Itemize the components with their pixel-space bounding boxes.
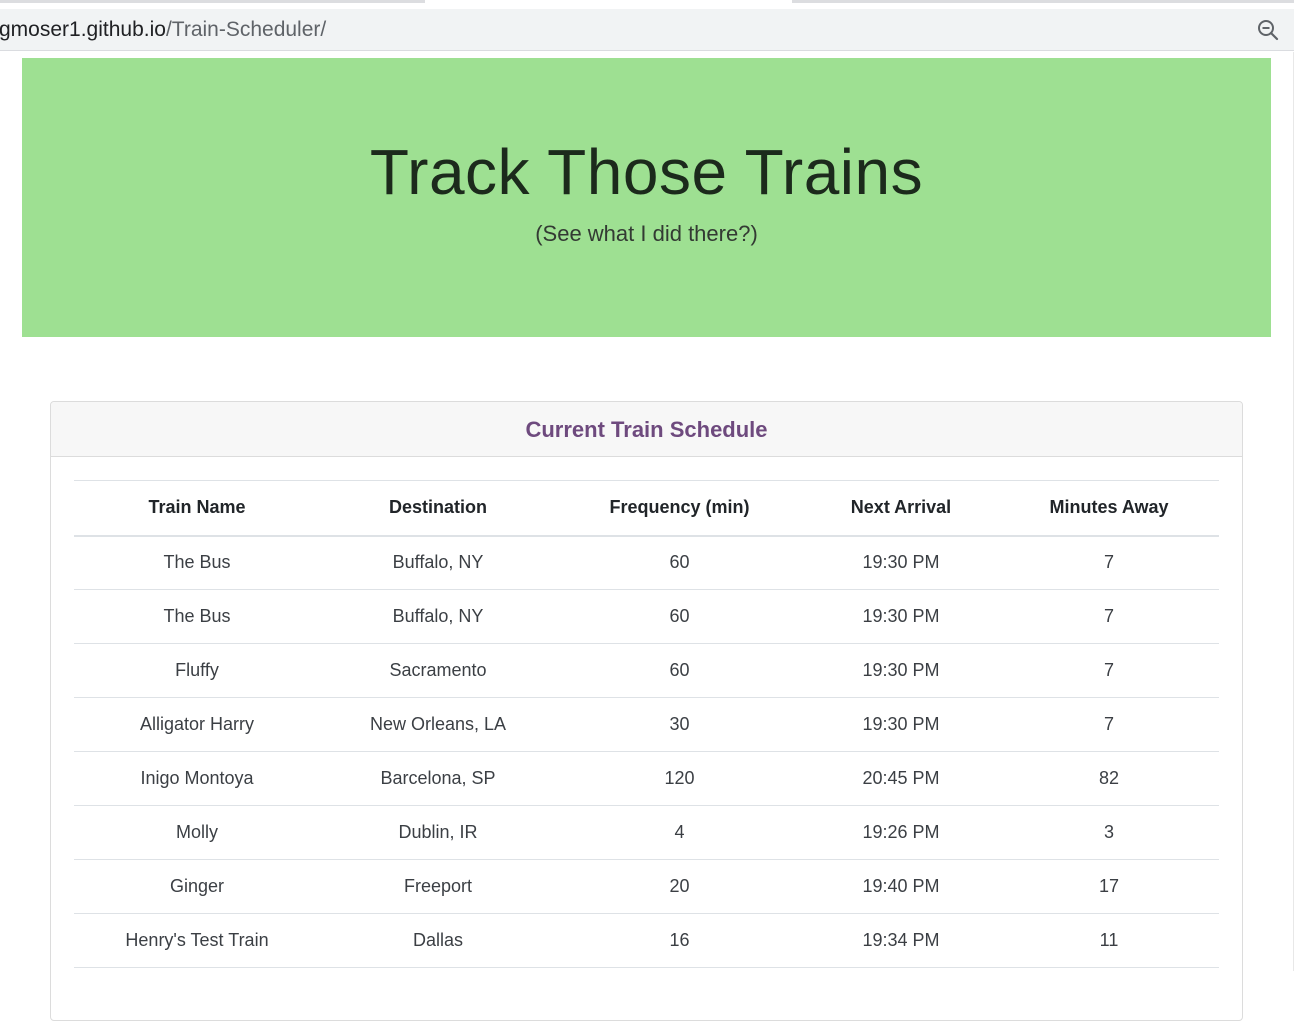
cell-destination: Barcelona, SP: [320, 751, 556, 806]
table-row: The Bus Buffalo, NY 60 19:30 PM 7: [74, 535, 1219, 590]
cell-minutes-away: 7: [999, 643, 1219, 698]
cell-train-name: Alligator Harry: [74, 697, 320, 752]
cell-destination: New Orleans, LA: [320, 697, 556, 752]
cell-destination: Sacramento: [320, 643, 556, 698]
cell-frequency: 120: [556, 751, 803, 806]
table-row: Ginger Freeport 20 19:40 PM 17: [74, 859, 1219, 914]
table-row: Molly Dublin, IR 4 19:26 PM 3: [74, 805, 1219, 860]
cell-destination: Buffalo, NY: [320, 535, 556, 590]
schedule-card-header: Current Train Schedule: [51, 402, 1242, 457]
page-subtitle: (See what I did there?): [535, 221, 758, 246]
cell-next-arrival: 19:40 PM: [803, 859, 999, 914]
cell-frequency: 60: [556, 589, 803, 644]
cell-destination: Buffalo, NY: [320, 589, 556, 644]
cell-train-name: Henry's Test Train: [74, 913, 320, 968]
cell-minutes-away: 11: [999, 913, 1219, 968]
schedule-card: Current Train Schedule Train Name Destin…: [50, 401, 1243, 1021]
cell-destination: Freeport: [320, 859, 556, 914]
cell-frequency: 60: [556, 643, 803, 698]
cell-frequency: 4: [556, 805, 803, 860]
cell-minutes-away: 7: [999, 535, 1219, 590]
cell-train-name: The Bus: [74, 535, 320, 590]
cell-train-name: The Bus: [74, 589, 320, 644]
page-title: Track Those Trains: [369, 136, 924, 208]
cell-minutes-away: 3: [999, 805, 1219, 860]
cell-next-arrival: 20:45 PM: [803, 751, 999, 806]
column-header-train-name: Train Name: [74, 480, 320, 537]
address-bar[interactable]: gmoser1.github.io/Train-Scheduler/: [0, 9, 1294, 51]
cell-next-arrival: 19:30 PM: [803, 535, 999, 590]
cell-destination: Dallas: [320, 913, 556, 968]
column-header-frequency: Frequency (min): [556, 480, 803, 537]
url-host: gmoser1.github.io: [0, 18, 166, 41]
cell-frequency: 60: [556, 535, 803, 590]
schedule-table: Train Name Destination Frequency (min) N…: [74, 480, 1219, 968]
url-text[interactable]: gmoser1.github.io/Train-Scheduler/: [0, 17, 326, 43]
cell-frequency: 16: [556, 913, 803, 968]
cell-train-name: Ginger: [74, 859, 320, 914]
column-header-minutes-away: Minutes Away: [999, 480, 1219, 537]
cell-train-name: Inigo Montoya: [74, 751, 320, 806]
browser-tabstrip: [0, 0, 1294, 9]
table-row: Inigo Montoya Barcelona, SP 120 20:45 PM…: [74, 751, 1219, 806]
table-row: Fluffy Sacramento 60 19:30 PM 7: [74, 643, 1219, 698]
cell-destination: Dublin, IR: [320, 805, 556, 860]
cell-minutes-away: 17: [999, 859, 1219, 914]
cell-next-arrival: 19:34 PM: [803, 913, 999, 968]
cell-frequency: 20: [556, 859, 803, 914]
cell-train-name: Fluffy: [74, 643, 320, 698]
page-viewport: Track Those Trains (See what I did there…: [0, 52, 1294, 1021]
column-header-next-arrival: Next Arrival: [803, 480, 999, 537]
cell-next-arrival: 19:30 PM: [803, 589, 999, 644]
cell-train-name: Molly: [74, 805, 320, 860]
table-row: Alligator Harry New Orleans, LA 30 19:30…: [74, 697, 1219, 752]
cell-next-arrival: 19:30 PM: [803, 697, 999, 752]
url-path: /Train-Scheduler/: [165, 18, 327, 41]
inactive-tab-right[interactable]: [792, 0, 1294, 3]
cell-minutes-away: 82: [999, 751, 1219, 806]
jumbotron: Track Those Trains (See what I did there…: [22, 58, 1271, 337]
table-row: Henry's Test Train Dallas 16 19:34 PM 11: [74, 913, 1219, 968]
table-header-row: Train Name Destination Frequency (min) N…: [74, 480, 1219, 537]
zoom-out-icon[interactable]: [1256, 18, 1280, 42]
cell-frequency: 30: [556, 697, 803, 752]
cell-next-arrival: 19:26 PM: [803, 805, 999, 860]
cell-minutes-away: 7: [999, 589, 1219, 644]
cell-next-arrival: 19:30 PM: [803, 643, 999, 698]
schedule-heading: Current Train Schedule: [525, 417, 768, 442]
column-header-destination: Destination: [320, 480, 556, 537]
table-row: The Bus Buffalo, NY 60 19:30 PM 7: [74, 589, 1219, 644]
cell-minutes-away: 7: [999, 697, 1219, 752]
inactive-tab-left[interactable]: [0, 0, 425, 3]
